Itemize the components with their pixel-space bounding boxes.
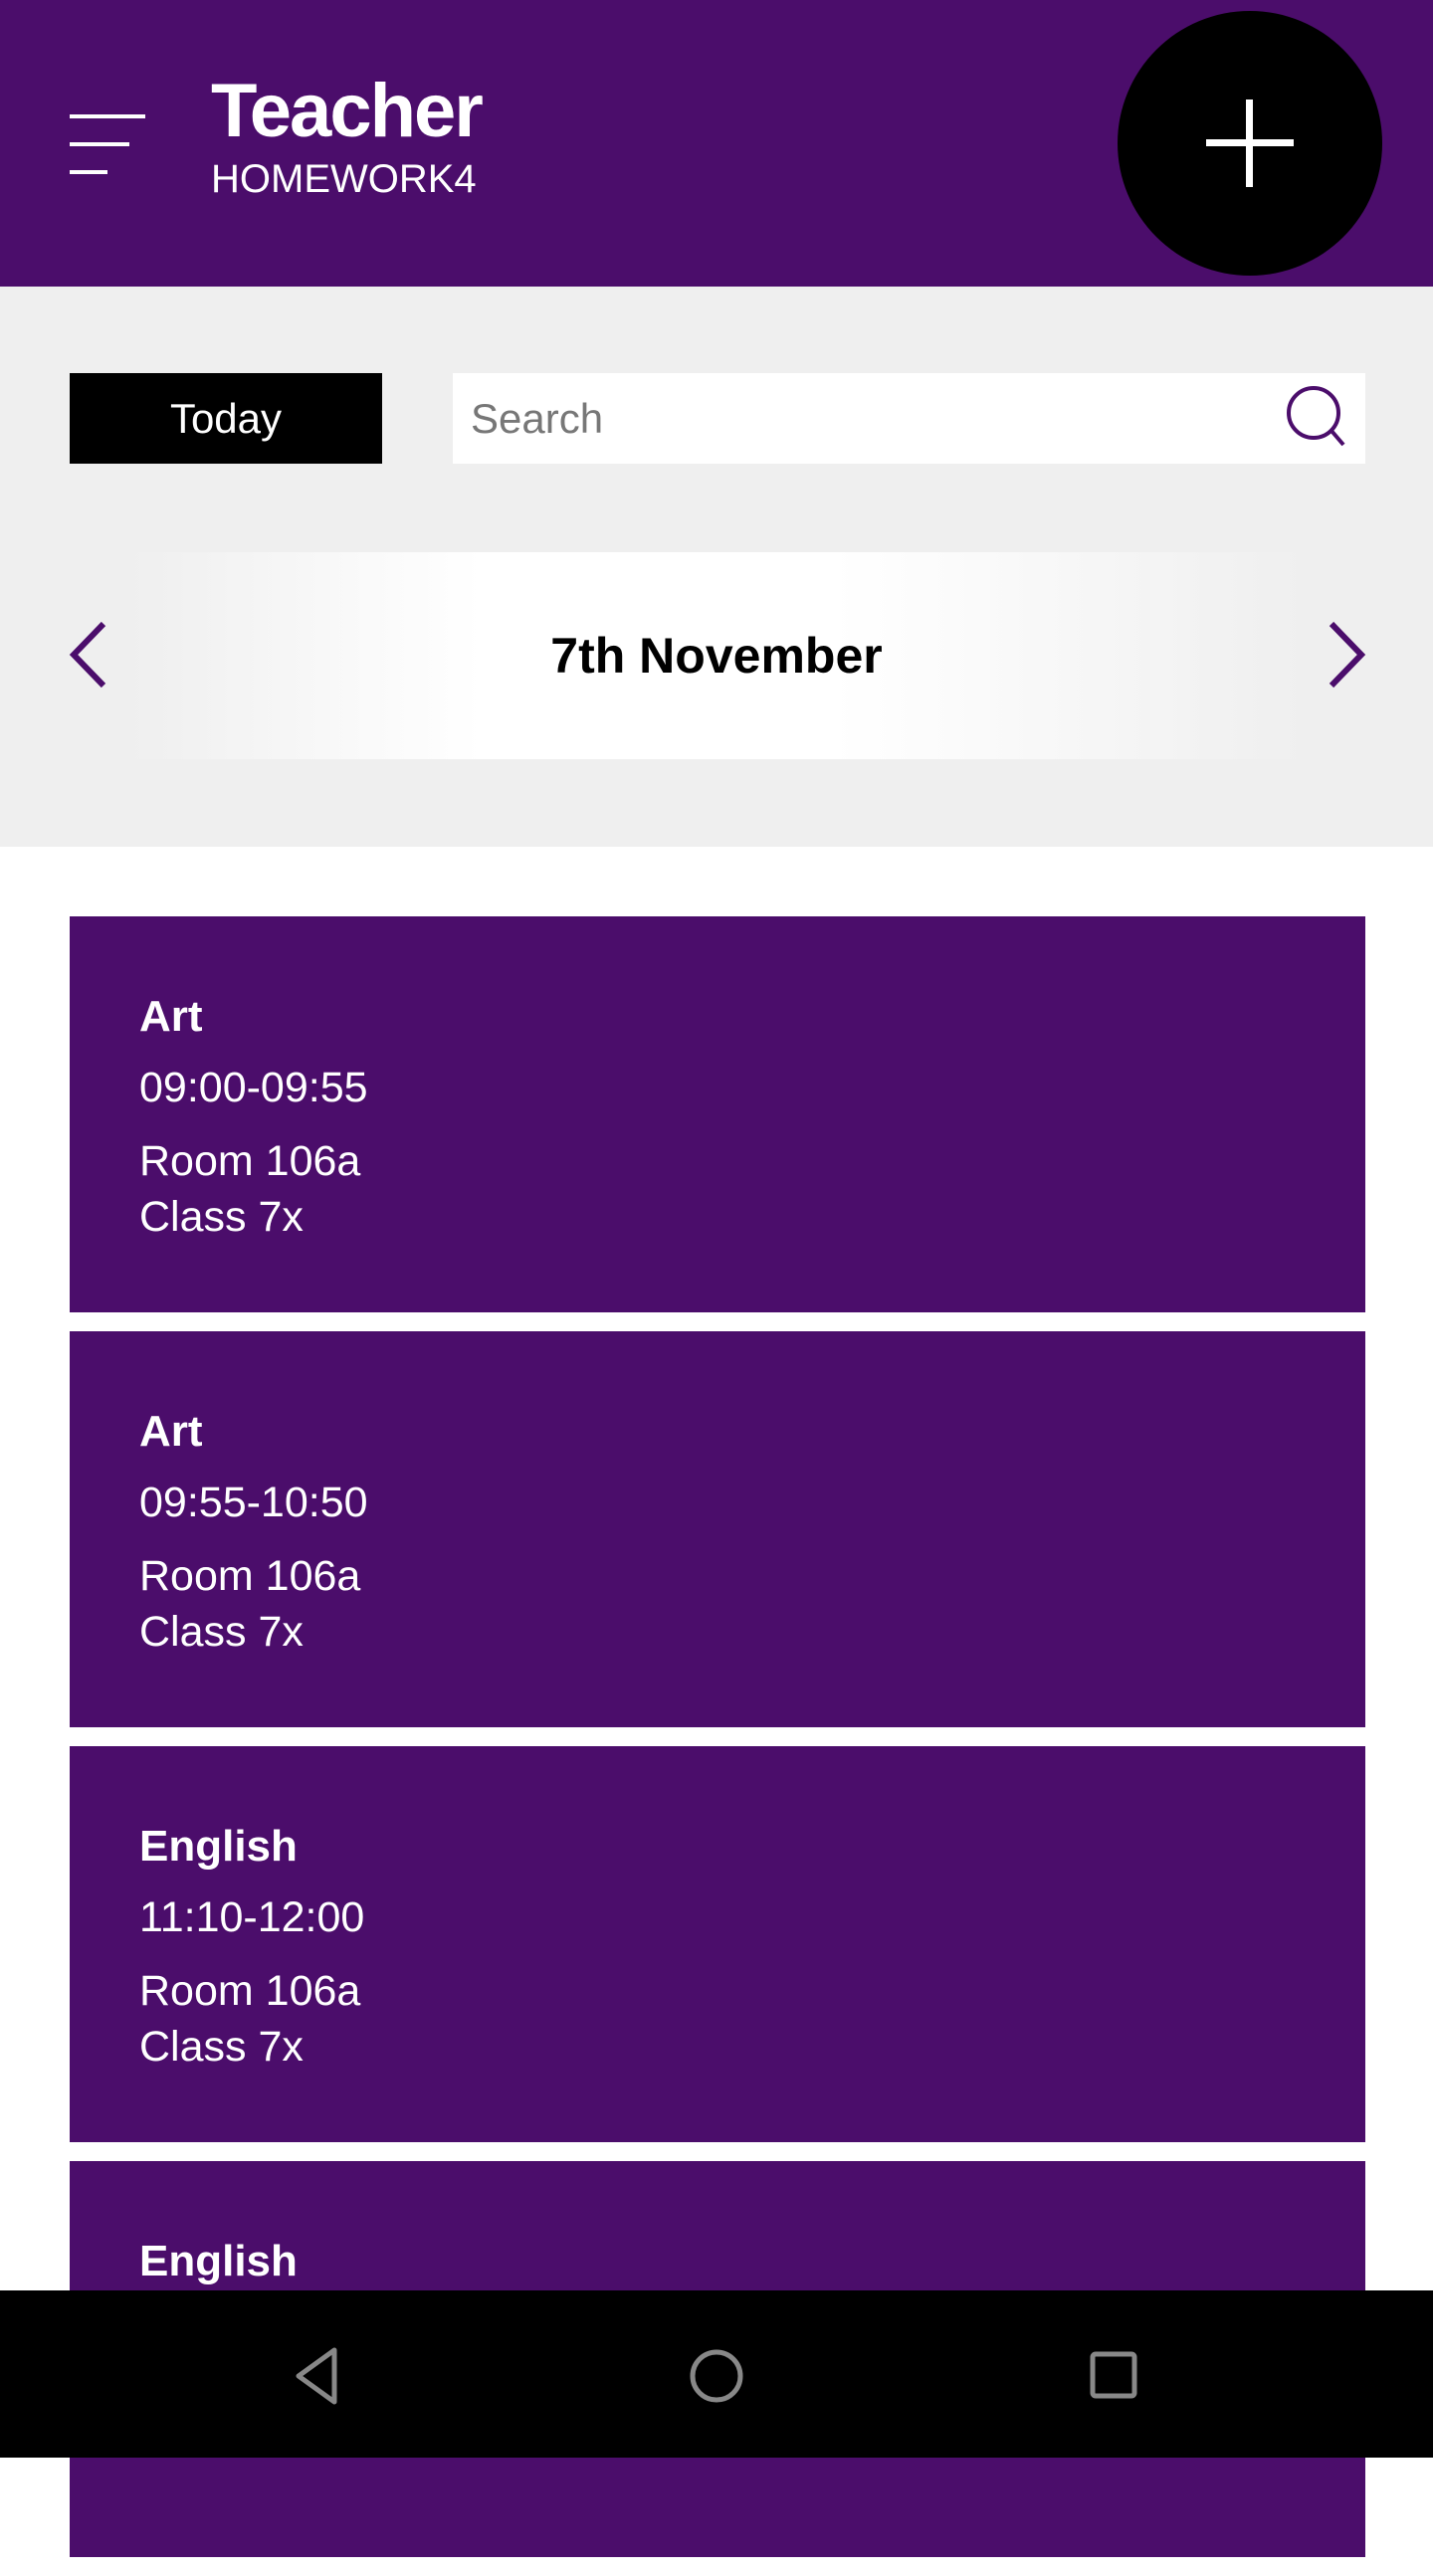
lesson-room: Room 106a	[139, 1967, 361, 2015]
home-icon[interactable]	[687, 2346, 746, 2406]
search-input[interactable]	[471, 373, 1267, 464]
lesson-time: 09:55-10:50	[139, 1479, 368, 1526]
lesson-card[interactable]: Art 09:00-09:55 Room 106a Class 7x	[70, 916, 1365, 1312]
system-nav-bar	[0, 2290, 1433, 2458]
back-icon[interactable]	[289, 2346, 348, 2406]
toolbar: Today 7th November	[0, 287, 1433, 847]
recents-icon[interactable]	[1085, 2346, 1144, 2406]
lesson-subject: Art	[139, 1407, 203, 1456]
lesson-card[interactable]: English 11:10-12:00 Room 106a Class 7x	[70, 1746, 1365, 2142]
current-date: 7th November	[129, 552, 1304, 759]
lesson-time: 09:00-09:55	[139, 1064, 368, 1111]
app-subtitle: HOMEWORK4	[211, 157, 477, 201]
lesson-room: Room 106a	[139, 1137, 361, 1185]
lesson-card[interactable]: Art 09:55-10:50 Room 106a Class 7x	[70, 1331, 1365, 1727]
search-icon[interactable]	[1282, 381, 1351, 451]
app-title: Teacher	[211, 69, 484, 153]
today-button[interactable]: Today	[70, 373, 382, 464]
lesson-class: Class 7x	[139, 1608, 304, 1656]
chevron-left-icon[interactable]	[66, 620, 115, 690]
lesson-class: Class 7x	[139, 2023, 304, 2071]
lesson-room: Room 106a	[139, 1552, 361, 1600]
search-box	[453, 373, 1365, 464]
app-header: Teacher HOMEWORK4	[0, 0, 1433, 287]
add-button[interactable]	[1118, 11, 1382, 276]
lesson-class: Class 7x	[139, 1193, 304, 1241]
lesson-subject: Art	[139, 992, 203, 1041]
chevron-right-icon[interactable]	[1320, 620, 1369, 690]
lesson-time: 11:10-12:00	[139, 1893, 365, 1941]
lesson-subject: English	[139, 1822, 298, 1871]
menu-icon[interactable]	[70, 114, 145, 174]
